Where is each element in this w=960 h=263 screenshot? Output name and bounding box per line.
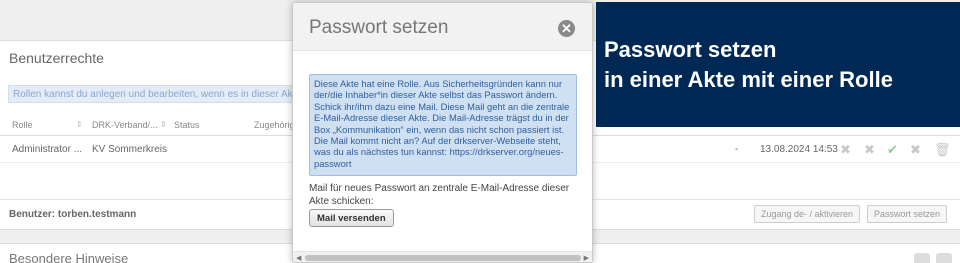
remove-x-icon[interactable]: ✖ [840, 142, 851, 158]
user-rights-heading: Benutzerrechte [9, 50, 104, 66]
remove-x-icon[interactable]: ✖ [910, 142, 921, 158]
scroll-thumb[interactable] [305, 255, 581, 261]
column-header-role[interactable]: Rolle [12, 120, 33, 130]
column-header-status[interactable]: Status [174, 120, 200, 130]
send-mail-button[interactable]: Mail versenden [309, 209, 394, 227]
column-header-membership[interactable]: Zugehörig [254, 120, 295, 130]
row-dash: - [735, 144, 739, 155]
notes-settings-icon[interactable] [914, 253, 930, 263]
set-password-dialog: Passwort setzen ✕ Diese Akte hat eine Ro… [292, 2, 593, 263]
caption-line-2: in einer Akte mit einer Rolle [604, 67, 893, 92]
dialog-title: Passwort setzen [309, 17, 449, 38]
row-date: 13.08.2024 14:53 [760, 144, 838, 155]
scroll-left-arrow-icon[interactable]: ◀ [296, 254, 301, 262]
special-notes-heading: Besondere Hinweise [9, 251, 129, 263]
trash-icon[interactable]: 🗑 [934, 142, 951, 158]
roles-info-strip: Rollen kannst du anlegen und bearbeiten,… [8, 85, 308, 103]
set-password-button[interactable]: Passwort setzen [867, 205, 948, 223]
column-header-verband[interactable]: DRK-Verband/... [92, 120, 158, 130]
footer-username: Benutzer: torben.testmann [9, 209, 137, 220]
sort-icon[interactable]: ⇕ [76, 120, 83, 129]
sort-icon[interactable]: ⇕ [160, 120, 167, 129]
caption-line-1: Passwort setzen [604, 37, 777, 62]
remove-x-icon[interactable]: ✖ [864, 142, 875, 158]
scroll-right-arrow-icon[interactable]: ▶ [584, 254, 589, 262]
toggle-access-button[interactable]: Zugang de- / aktivieren [754, 205, 861, 223]
close-icon[interactable]: ✕ [558, 20, 575, 37]
row-verband: KV Sommerkreis [92, 144, 168, 155]
send-mail-label: Mail für neues Passwort an zentrale E-Ma… [309, 183, 570, 207]
horizontal-scrollbar[interactable]: ◀ ▶ [293, 251, 592, 262]
notes-collapse-icon[interactable] [936, 253, 952, 263]
dialog-header: Passwort setzen ✕ [293, 3, 592, 51]
info-notice: Diese Akte hat eine Rolle. Aus Sicherhei… [309, 74, 577, 176]
row-role: Administrator ... [12, 144, 83, 155]
caption-banner: Passwort setzen in einer Akte mit einer … [596, 2, 960, 127]
confirm-check-icon[interactable]: ✔ [887, 142, 898, 158]
